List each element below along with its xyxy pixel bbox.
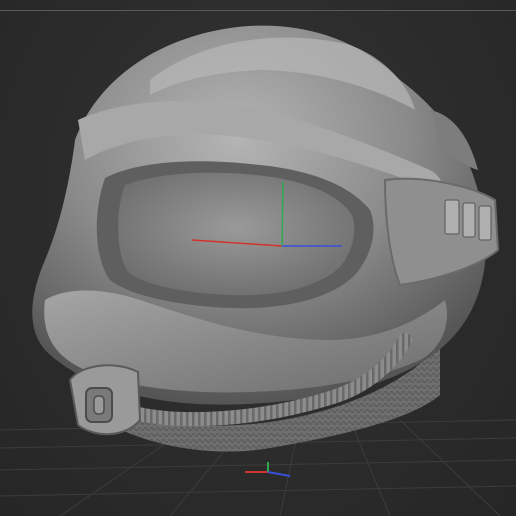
helmet-model[interactable] [32, 25, 500, 452]
scene-canvas[interactable] [0, 0, 516, 516]
mouth-module [68, 364, 142, 436]
rail-clips [444, 199, 492, 241]
3d-viewport[interactable] [0, 0, 516, 516]
visor-glass [118, 172, 355, 296]
